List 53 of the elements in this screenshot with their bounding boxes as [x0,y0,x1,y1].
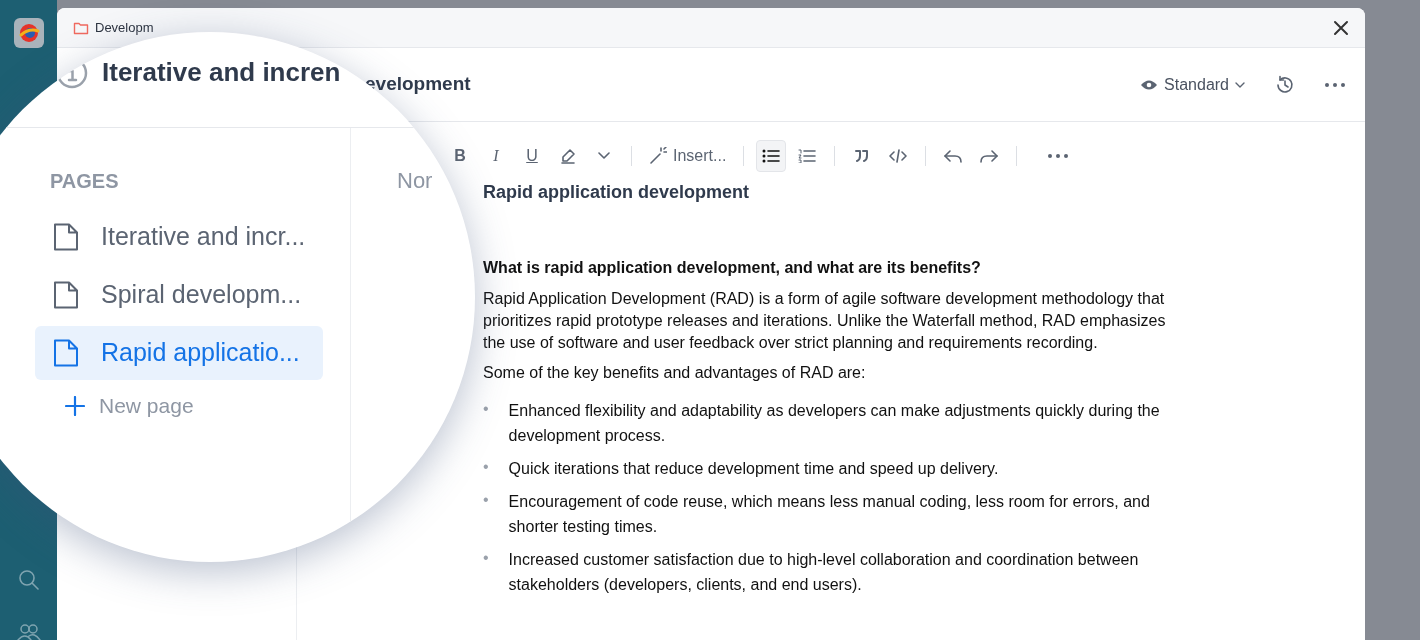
document-heading: Rapid application development [483,182,751,204]
underline-button[interactable]: U [517,140,547,172]
undo-icon [944,149,963,163]
eye-icon [1140,78,1159,91]
quote-icon [855,150,870,162]
view-mode-dropdown[interactable]: Standard [1140,72,1245,97]
italic-button[interactable]: I [481,140,511,172]
list-item: Enhanced flexibility and adaptability as developers can make adjustments quickly during the development process. [508,400,1161,446]
close-icon [1333,19,1349,36]
paragraph: Rapid Application Development (RAD) is a form of agile software development methodology that prioritizes rapid prototype releases and iterations. Unlike the Waterfall method, RAD emphasizes the use of software and user feedback over strict planning and requirements recording. [483,288,1167,353]
history-button[interactable] [1275,74,1295,95]
app-logo[interactable] [13,18,44,48]
bold-button[interactable]: B [445,140,475,172]
caret-icon [1235,81,1245,88]
bullet-list-icon [762,149,781,163]
more-button[interactable] [1325,82,1345,87]
page-title: Iterative and incren [102,56,341,89]
bullet-marker: • [483,489,489,510]
close-button[interactable] [1333,19,1349,36]
people-icon[interactable] [16,624,41,640]
history-icon [1275,74,1295,95]
bullet-marker: • [483,547,489,568]
list-item: Quick iterations that reduce development time and speed up delivery. [508,458,999,479]
insert-button[interactable]: Insert... [644,140,732,172]
document-icon [53,281,79,309]
bullet-list-button[interactable] [756,140,787,172]
page-title: evelopment [365,72,471,97]
logo-icon [17,22,40,44]
bullet-marker: • [483,456,489,477]
numbered-list-icon [798,149,817,163]
document-icon [53,339,79,367]
bullet-marker: • [483,398,489,419]
document-icon [53,223,79,251]
section-label: PAGES [50,169,120,194]
wand-icon [649,147,667,165]
code-icon [889,149,908,163]
more-icon [1325,82,1345,87]
paragraph: Some of the key benefits and advantages of RAD are: [483,362,867,383]
section-heading: What is rapid application development, and what are its benefits? [483,257,982,278]
redo-icon [980,149,999,163]
plus-icon [65,395,85,416]
page-item[interactable]: Iterative and incr... [35,210,323,264]
highlighter-icon [560,148,576,164]
search-icon[interactable] [16,568,41,592]
more-icon [1048,154,1069,158]
folder-icon [73,20,89,35]
list-item: Encouragement of code reuse, which means less manual coding, less room for errors, and shorter testing times. [508,491,1151,537]
page-item[interactable]: Rapid applicatio... [35,326,323,380]
breadcrumb[interactable]: Developm [95,20,154,35]
page-item[interactable]: Spiral developm... [35,268,323,322]
list-item: Increased customer satisfaction due to high-level collaboration and coordination between stakeholders (developers, clients, and end users). [508,549,1140,595]
text-style-label: Nor [397,168,433,193]
caret-icon [598,152,610,160]
